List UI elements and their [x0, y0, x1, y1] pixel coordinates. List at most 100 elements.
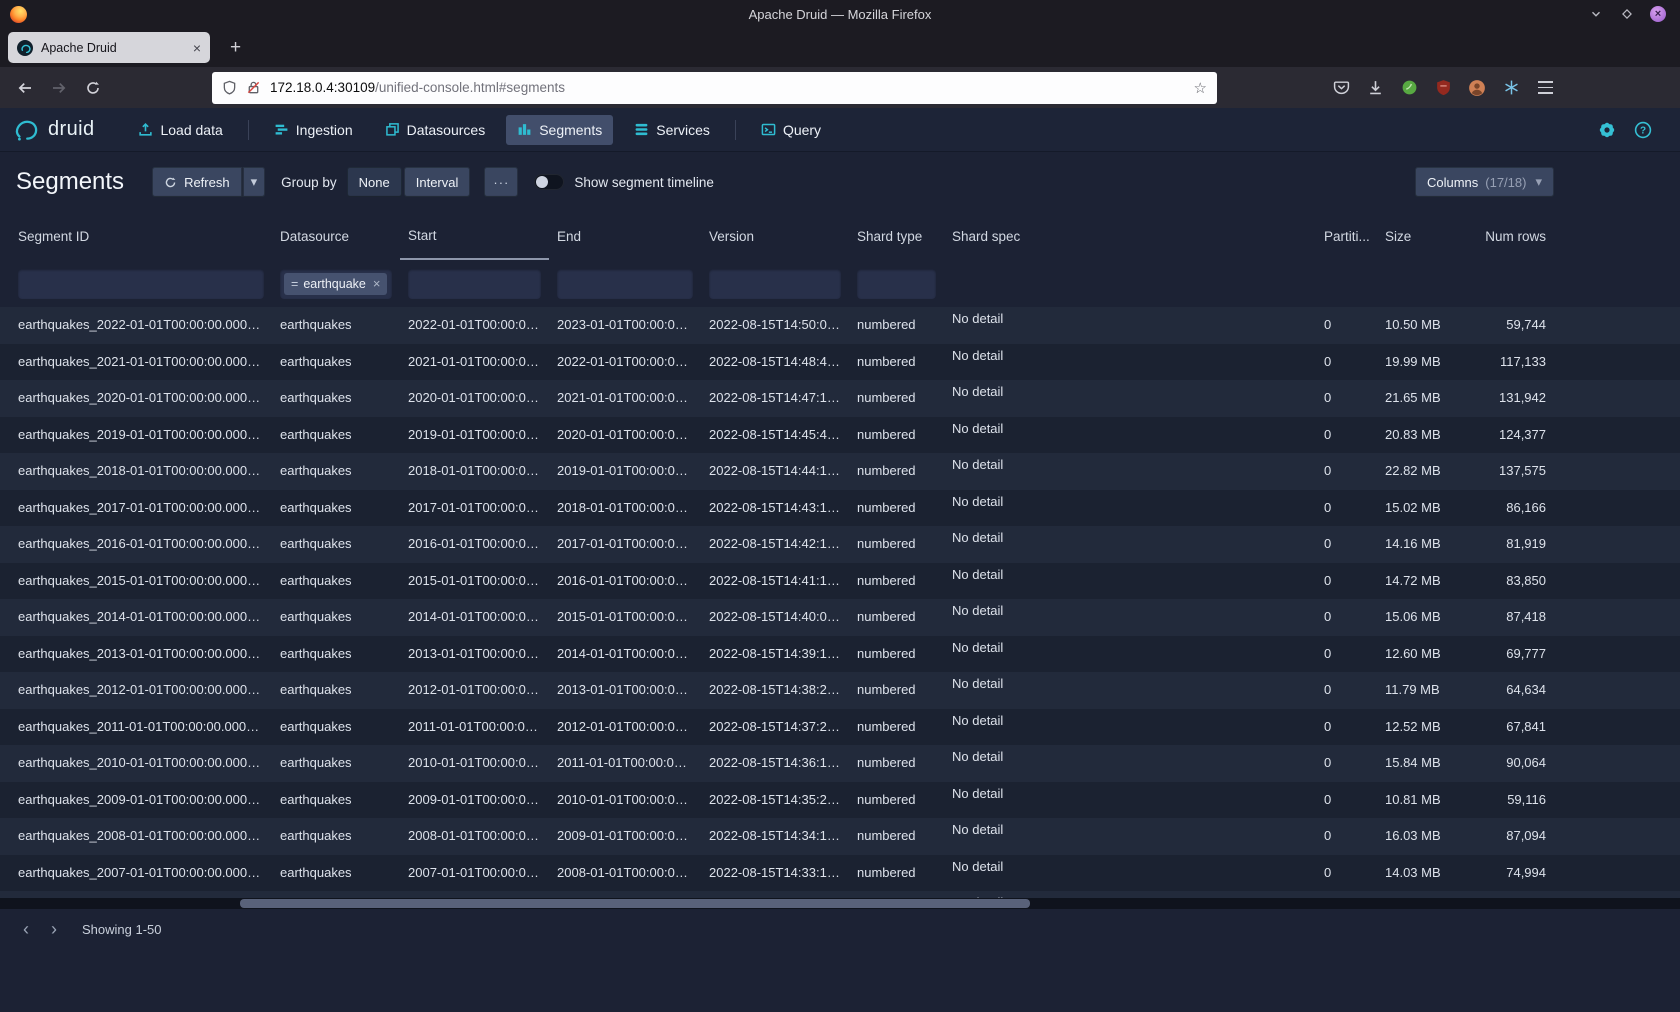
columns-button[interactable]: Columns (17/18) ▾	[1415, 167, 1554, 197]
filter-segment-id-input[interactable]	[18, 269, 264, 299]
nav-item-services[interactable]: Services	[623, 115, 721, 145]
table-row[interactable]: earthquakes_2020-01-01T00:00:00.000Z_2..…	[0, 380, 1680, 417]
cell-num-rows	[1484, 891, 1554, 898]
table-row[interactable]: earthquakes_2015-01-01T00:00:00.000Z_2..…	[0, 563, 1680, 600]
druid-logo[interactable]: druid	[14, 117, 94, 143]
bookmark-star-icon[interactable]: ☆	[1194, 79, 1207, 97]
cell-num-rows: 124,377	[1484, 417, 1554, 454]
nav-item-datasources[interactable]: Datasources	[374, 115, 497, 145]
browser-toolbar: 172.18.0.4:30109/unified-console.html#se…	[0, 67, 1680, 108]
tab-close-icon[interactable]: ×	[193, 41, 201, 55]
filter-end-input[interactable]	[557, 269, 693, 299]
nav-item-load-data[interactable]: Load data	[127, 115, 233, 145]
col-header-version[interactable]: Version	[701, 212, 849, 260]
col-header-start[interactable]: Start	[400, 212, 549, 260]
window-close-icon[interactable]: ×	[1650, 6, 1666, 22]
more-options-icon[interactable]: ···	[484, 167, 518, 197]
col-header-end[interactable]: End	[549, 212, 701, 260]
cell-start: 2015-01-01T00:00:00.0...	[400, 563, 549, 600]
refresh-split-button: Refresh ▾	[152, 167, 265, 197]
table-row[interactable]: earthquakes_2011-01-01T00:00:00.000Z_2..…	[0, 709, 1680, 746]
account-avatar-icon[interactable]	[1465, 76, 1489, 100]
table-row[interactable]: earthquakes_2016-01-01T00:00:00.000Z_2..…	[0, 526, 1680, 563]
table-row[interactable]: earthquakes_2006-01-01T00:00:00.000Z_2..…	[0, 891, 1680, 898]
table-row[interactable]: earthquakes_2010-01-01T00:00:00.000Z_2..…	[0, 745, 1680, 782]
table-row[interactable]: earthquakes_2022-01-01T00:00:00.000Z_2..…	[0, 307, 1680, 344]
table-row[interactable]: earthquakes_2019-01-01T00:00:00.000Z_2..…	[0, 417, 1680, 454]
cell-datasource: earthquakes	[272, 636, 400, 673]
url-text[interactable]: 172.18.0.4:30109/unified-console.html#se…	[270, 80, 1185, 95]
filter-start-input[interactable]	[408, 269, 541, 299]
table-row[interactable]: earthquakes_2021-01-01T00:00:00.000Z_2..…	[0, 344, 1680, 381]
back-button[interactable]	[10, 73, 40, 103]
cell-partition: 0	[1316, 344, 1377, 381]
refresh-interval-dropdown[interactable]: ▾	[242, 167, 266, 197]
col-header-num-rows[interactable]: Num rows	[1484, 212, 1554, 260]
filter-version-input[interactable]	[709, 269, 841, 299]
col-header-shard-type[interactable]: Shard type	[849, 212, 944, 260]
table-row[interactable]: earthquakes_2014-01-01T00:00:00.000Z_2..…	[0, 599, 1680, 636]
window-minimize-icon[interactable]	[1588, 6, 1604, 22]
cell-version: 2022-08-15T14:50:02.6...	[701, 307, 849, 344]
browser-tab[interactable]: Apache Druid ×	[8, 32, 210, 63]
table-row[interactable]: earthquakes_2013-01-01T00:00:00.000Z_2..…	[0, 636, 1680, 673]
table-row[interactable]: earthquakes_2017-01-01T00:00:00.000Z_2..…	[0, 490, 1680, 527]
cell-shard-type: numbered	[849, 745, 944, 782]
tracking-shield-icon[interactable]	[222, 80, 237, 95]
group-by-interval-button[interactable]: Interval	[404, 167, 471, 197]
col-header-size[interactable]: Size	[1377, 212, 1484, 260]
timeline-toggle[interactable]	[534, 174, 564, 190]
nav-item-label: Load data	[160, 122, 222, 138]
col-header-datasource[interactable]: Datasource	[272, 212, 400, 260]
prev-page-icon[interactable]: ‹	[12, 915, 40, 943]
nav-item-query[interactable]: Query	[750, 115, 832, 145]
new-tab-button[interactable]: +	[222, 38, 249, 57]
group-by-none-button[interactable]: None	[347, 167, 402, 197]
refresh-button[interactable]: Refresh	[152, 167, 242, 197]
reload-button[interactable]	[78, 73, 108, 103]
extension-green-icon[interactable]	[1397, 76, 1421, 100]
pagination-footer: ‹ › Showing 1-50	[0, 909, 1680, 949]
table-row[interactable]: earthquakes_2007-01-01T00:00:00.000Z_2..…	[0, 855, 1680, 892]
nav-item-ingestion[interactable]: Ingestion	[263, 115, 364, 145]
ublock-shield-icon[interactable]	[1431, 76, 1455, 100]
cell-num-rows: 137,575	[1484, 453, 1554, 490]
table-row[interactable]: earthquakes_2018-01-01T00:00:00.000Z_2..…	[0, 453, 1680, 490]
cell-partition: 0	[1316, 818, 1377, 855]
col-header-shard-spec[interactable]: Shard spec	[944, 212, 1316, 260]
window-maximize-icon[interactable]	[1619, 6, 1635, 22]
cell-shard-type: numbered	[849, 782, 944, 819]
filter-datasource-input[interactable]: = earthquake ×	[280, 269, 392, 299]
horizontal-scrollbar[interactable]	[0, 898, 1680, 909]
extension-snowflake-icon[interactable]	[1499, 76, 1523, 100]
cell-end: 2008-01-01T00:00:00.0...	[549, 855, 701, 892]
horizontal-scrollbar-thumb[interactable]	[240, 899, 1030, 908]
downloads-icon[interactable]	[1363, 76, 1387, 100]
cell-start: 2019-01-01T00:00:00.0...	[400, 417, 549, 454]
cell-datasource: earthquakes	[272, 599, 400, 636]
remove-filter-icon[interactable]: ×	[371, 276, 383, 291]
cell-num-rows: 59,744	[1484, 307, 1554, 344]
pocket-icon[interactable]	[1329, 76, 1353, 100]
cell-shard-type: numbered	[849, 307, 944, 344]
next-page-icon[interactable]: ›	[40, 915, 68, 943]
url-bar[interactable]: 172.18.0.4:30109/unified-console.html#se…	[212, 72, 1217, 104]
menu-hamburger-icon[interactable]	[1533, 76, 1557, 100]
table-row[interactable]: earthquakes_2009-01-01T00:00:00.000Z_2..…	[0, 782, 1680, 819]
settings-gear-icon[interactable]	[1598, 121, 1616, 139]
datasources-icon	[385, 122, 400, 137]
col-header-segment-id[interactable]: Segment ID	[10, 212, 272, 260]
help-icon[interactable]: ?	[1634, 121, 1652, 139]
load-data-icon	[138, 122, 153, 137]
table-row[interactable]: earthquakes_2012-01-01T00:00:00.000Z_2..…	[0, 672, 1680, 709]
nav-separator	[735, 120, 736, 140]
cell-partition: 0	[1316, 307, 1377, 344]
table-row[interactable]: earthquakes_2008-01-01T00:00:00.000Z_2..…	[0, 818, 1680, 855]
insecure-lock-icon[interactable]	[246, 80, 261, 95]
col-header-partition[interactable]: Partiti...	[1316, 212, 1377, 260]
cell-partition: 0	[1316, 782, 1377, 819]
druid-app-bar: druid Load data Ingestion Datasources Se…	[0, 108, 1680, 152]
nav-item-segments[interactable]: Segments	[506, 115, 613, 145]
forward-button[interactable]	[44, 73, 74, 103]
filter-shard-type-input[interactable]	[857, 269, 936, 299]
